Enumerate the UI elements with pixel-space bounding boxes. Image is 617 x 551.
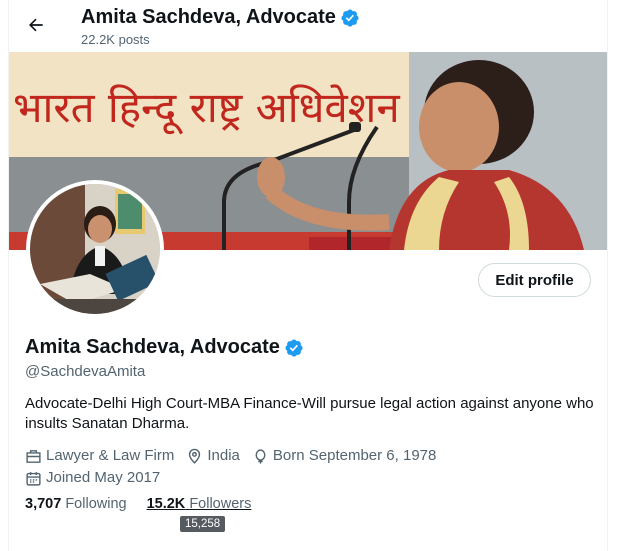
top-bar: Amita Sachdeva, Advocate 22.2K posts (9, 0, 607, 52)
meta-born: Born September 6, 1978 (252, 446, 436, 466)
profile-page: Amita Sachdeva, Advocate 22.2K posts भार… (8, 0, 608, 551)
profile-bio: Advocate-Delhi High Court-MBA Finance-Wi… (25, 395, 594, 432)
back-button[interactable] (21, 10, 51, 40)
meta-location-text: India (207, 447, 240, 464)
follow-stats: 3,707 Following 15.2K Followers (25, 496, 251, 512)
profile-name: Amita Sachdeva, Advocate (25, 336, 304, 359)
followers-link[interactable]: 15.2K Followers (147, 496, 252, 512)
profile-handle: @SachdevaAmita (25, 363, 146, 380)
profile-meta: Lawyer & Law Firm India Born September 6… (25, 446, 595, 490)
followers-tooltip: 15,258 (180, 516, 226, 532)
location-pin-icon (189, 448, 201, 464)
followers-count: 15.2K (146, 496, 186, 512)
profile-name-text: Amita Sachdeva, Advocate (25, 336, 280, 358)
meta-joined-text: Joined May 2017 (46, 469, 161, 486)
arrow-left-icon (29, 18, 43, 32)
header-name: Amita Sachdeva, Advocate (81, 6, 336, 28)
following-count: 3,707 (25, 496, 62, 512)
following-link[interactable]: 3,707 Following (25, 496, 127, 512)
balloon-icon (255, 448, 266, 464)
avatar[interactable] (26, 180, 164, 318)
header-title: Amita Sachdeva, Advocate (81, 6, 360, 29)
meta-location: India (186, 446, 240, 466)
meta-joined: Joined May 2017 (25, 468, 160, 488)
briefcase-icon (26, 449, 41, 463)
verified-badge-icon (285, 338, 303, 357)
following-label: Following (65, 496, 127, 512)
meta-born-text: Born September 6, 1978 (272, 447, 437, 464)
calendar-icon (26, 471, 41, 486)
verified-badge-icon (341, 8, 359, 27)
meta-category: Lawyer & Law Firm (25, 446, 174, 466)
banner-hindi-text: भारत हिन्दू राष्ट्र अधिवेशन (13, 83, 400, 135)
meta-category-text: Lawyer & Law Firm (46, 447, 175, 464)
edit-profile-button[interactable]: Edit profile (478, 263, 591, 297)
followers-label: Followers (189, 496, 252, 512)
post-count: 22.2K posts (81, 32, 150, 47)
